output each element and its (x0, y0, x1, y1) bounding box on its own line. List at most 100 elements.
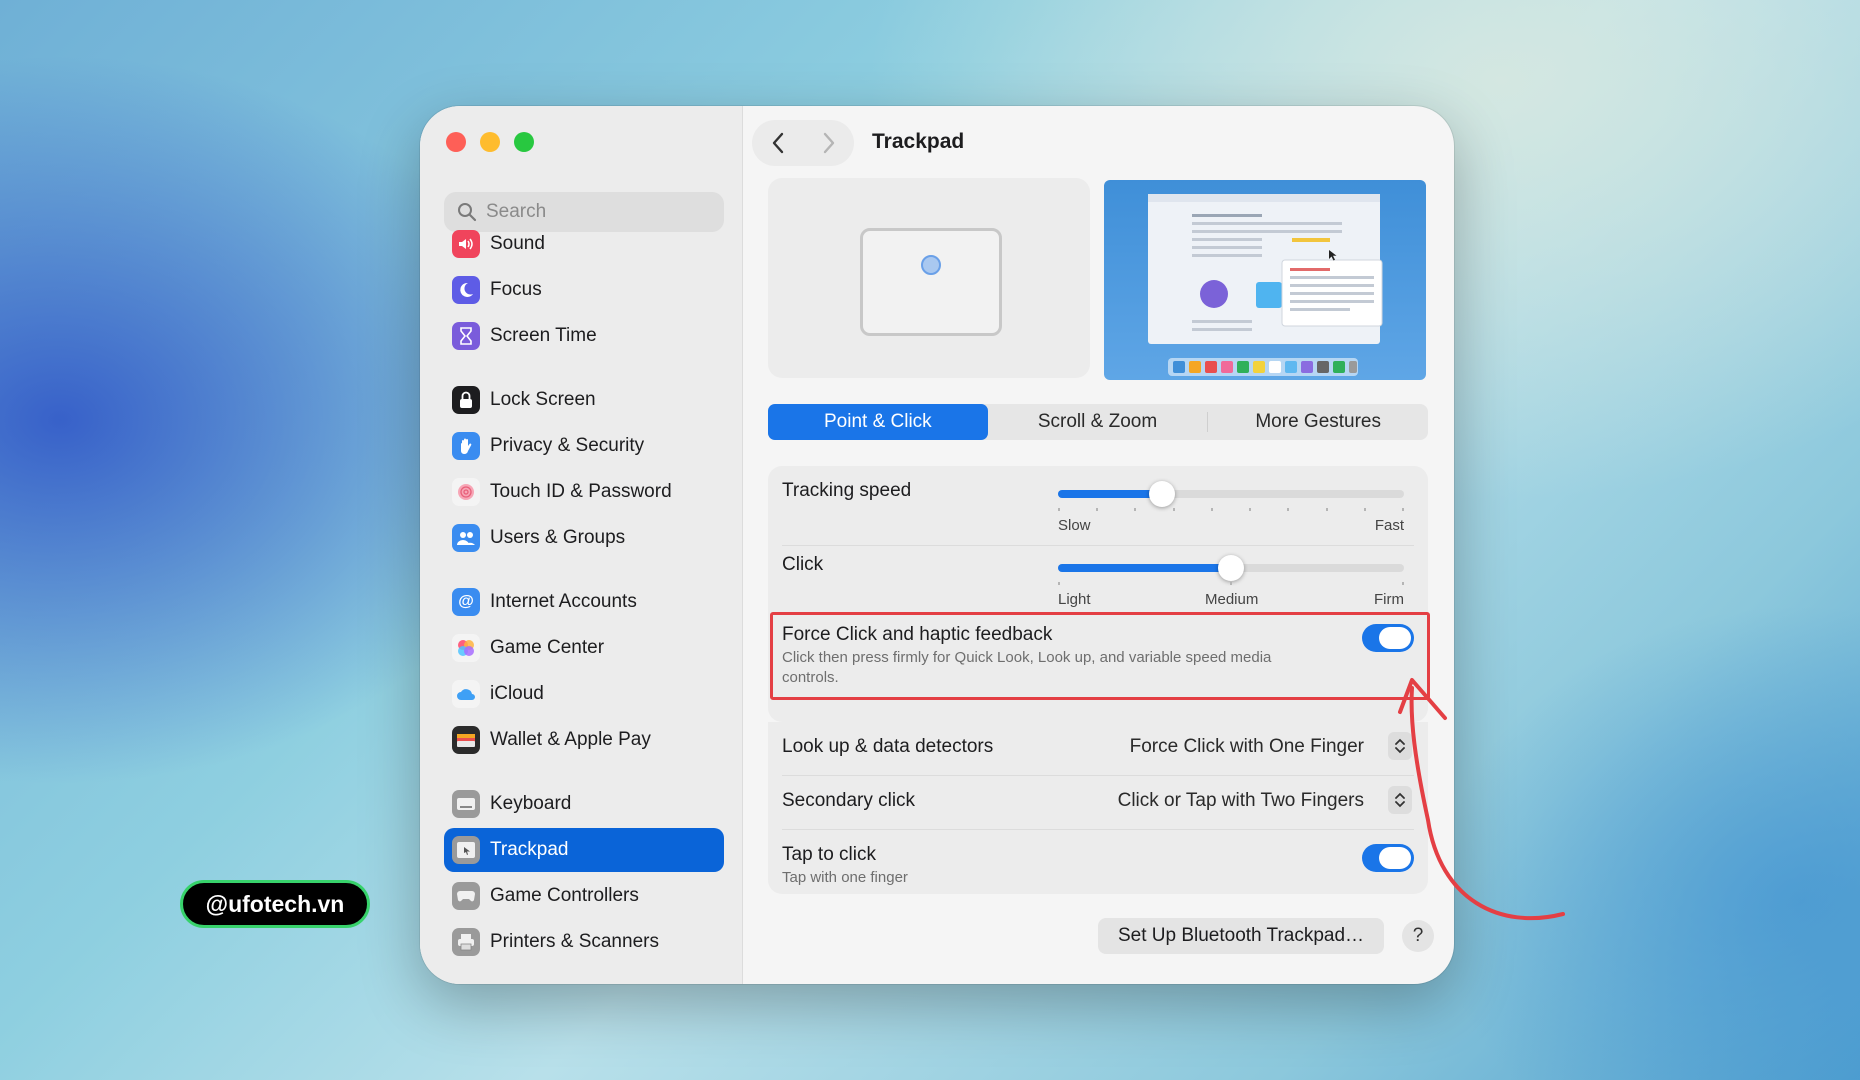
slider-knob[interactable] (1218, 555, 1244, 581)
sidebar-item-sound[interactable]: Sound (444, 222, 724, 266)
at-icon: @ (452, 588, 480, 616)
content-pane: Trackpad Point & Click Scroll & Zoom Mor… (742, 106, 1454, 984)
sidebar-item-keyboard[interactable]: Keyboard (444, 782, 724, 826)
gesture-video-preview (1104, 180, 1426, 380)
printer-icon (452, 928, 480, 956)
close-button[interactable] (446, 132, 466, 152)
help-button[interactable]: ? (1402, 920, 1434, 952)
sidebar-item-touch-id[interactable]: Touch ID & Password (444, 470, 724, 514)
sidebar-item-label: Internet Accounts (490, 591, 637, 612)
search-icon (458, 203, 477, 222)
navigation-buttons (752, 120, 854, 166)
sidebar-item-label: Users & Groups (490, 527, 626, 548)
watermark-badge: @ufotech.vn (180, 880, 370, 928)
slider-max-label: Firm (1374, 591, 1404, 608)
zoom-button[interactable] (514, 132, 534, 152)
lookup-popup[interactable]: Force Click with One Finger (1130, 736, 1364, 758)
tab-scroll-zoom[interactable]: Scroll & Zoom (988, 404, 1208, 440)
sidebar-item-label: Printers & Scanners (490, 931, 659, 952)
trackpad-preview (768, 178, 1090, 378)
wallet-icon (452, 726, 480, 754)
sidebar-item-label: Lock Screen (490, 389, 596, 410)
fingerprint-icon (452, 478, 480, 506)
slider-mid-label: Medium (1205, 591, 1259, 608)
back-button[interactable] (752, 120, 803, 166)
desktop-screenshot-illustration (1148, 194, 1383, 376)
slider-fill (1058, 490, 1162, 498)
sidebar-item-game-controllers[interactable]: Game Controllers (444, 874, 724, 918)
sidebar-item-printers[interactable]: Printers & Scanners (444, 920, 724, 964)
sidebar-item-label: Focus (490, 279, 542, 300)
sidebar-item-trackpad[interactable]: Trackpad (444, 828, 724, 872)
speaker-icon (452, 230, 480, 258)
sidebar-item-label: Wallet & Apple Pay (490, 729, 651, 750)
slider-tick (1096, 508, 1098, 511)
tab-point-click[interactable]: Point & Click (768, 404, 988, 440)
row-divider (782, 545, 1414, 546)
click-ticks (1058, 582, 1404, 586)
point-click-settings-group-2: Look up & data detectors Force Click wit… (768, 722, 1428, 894)
chevron-updown-icon[interactable] (1388, 732, 1412, 760)
minimize-button[interactable] (480, 132, 500, 152)
cloud-icon (452, 680, 480, 708)
touch-point-icon (921, 255, 941, 275)
sidebar-item-label: Game Center (490, 637, 605, 658)
secondary-click-popup[interactable]: Click or Tap with Two Fingers (1118, 790, 1364, 812)
slider-tick (1058, 582, 1060, 585)
sidebar-item-label: Keyboard (490, 793, 572, 814)
sidebar-item-lock-screen[interactable]: Lock Screen (444, 378, 724, 422)
slider-tick (1326, 508, 1328, 511)
sidebar-item-label: Game Controllers (490, 885, 639, 906)
slider-tick (1173, 508, 1175, 511)
slider-tick (1230, 582, 1232, 585)
slider-tick (1134, 508, 1136, 511)
sidebar-item-label: Sound (490, 233, 545, 254)
lock-icon (452, 386, 480, 414)
slider-tick (1058, 508, 1060, 511)
search-input[interactable] (484, 200, 718, 224)
sidebar-item-label: Privacy & Security (490, 435, 645, 456)
row-divider (782, 829, 1414, 830)
toggle-knob (1379, 627, 1411, 649)
sidebar-item-label: Touch ID & Password (490, 481, 672, 502)
moon-icon (452, 276, 480, 304)
force-click-description: Click then press firmly for Quick Look, … (782, 649, 1272, 686)
sidebar-item-screen-time[interactable]: Screen Time (444, 314, 724, 358)
slider-min-label: Slow (1058, 517, 1091, 534)
tracking-speed-ticks (1058, 508, 1404, 512)
sidebar-item-privacy-security[interactable]: Privacy & Security (444, 424, 724, 468)
chevron-updown-icon[interactable] (1388, 786, 1412, 814)
point-click-settings-group: Tracking speed Slow Fast Click Light Med… (768, 466, 1430, 722)
sidebar-item-label: Screen Time (490, 325, 597, 346)
sidebar-item-icloud[interactable]: iCloud (444, 672, 724, 716)
sidebar: Sound Focus Screen Time Lock Screen (420, 106, 743, 984)
slider-fill (1058, 564, 1231, 572)
tap-to-click-label: Tap to click (782, 844, 876, 865)
trackpad-illustration (860, 228, 1002, 336)
row-divider (782, 775, 1414, 776)
tap-to-click-description: Tap with one finger (782, 869, 908, 886)
slider-tick (1402, 582, 1404, 585)
hand-icon (452, 432, 480, 460)
sidebar-item-wallet[interactable]: Wallet & Apple Pay (444, 718, 724, 762)
force-click-toggle[interactable] (1362, 624, 1414, 652)
slider-tick (1402, 508, 1404, 511)
segmented-tabs: Point & Click Scroll & Zoom More Gesture… (768, 404, 1428, 440)
slider-tick (1211, 508, 1213, 511)
sidebar-item-users-groups[interactable]: Users & Groups (444, 516, 724, 560)
sidebar-item-focus[interactable]: Focus (444, 268, 724, 312)
setup-bluetooth-trackpad-button[interactable]: Set Up Bluetooth Trackpad… (1098, 918, 1384, 954)
click-pressure-slider[interactable] (1058, 555, 1404, 581)
chevron-left-icon (772, 132, 783, 154)
window-controls (446, 132, 534, 152)
sidebar-item-label: iCloud (490, 683, 544, 704)
tracking-speed-label: Tracking speed (782, 480, 912, 501)
sidebar-item-game-center[interactable]: Game Center (444, 626, 724, 670)
forward-button[interactable] (803, 120, 854, 166)
sidebar-item-internet-accounts[interactable]: @ Internet Accounts (444, 580, 724, 624)
tap-to-click-toggle[interactable] (1362, 844, 1414, 872)
slider-knob[interactable] (1149, 481, 1175, 507)
tracking-speed-slider[interactable] (1058, 481, 1404, 507)
users-icon (452, 524, 480, 552)
tab-more-gestures[interactable]: More Gestures (1208, 404, 1428, 440)
